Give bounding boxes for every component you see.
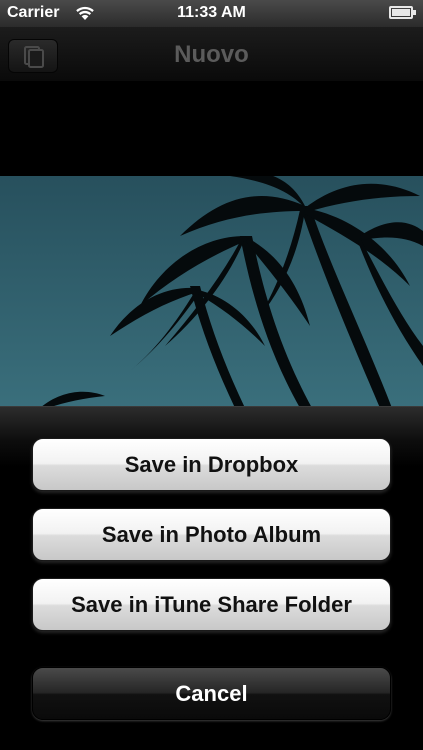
page-title: Nuovo <box>174 41 249 68</box>
palm-trees-photo <box>0 176 423 408</box>
save-in-dropbox-button[interactable]: Save in Dropbox <box>32 438 391 491</box>
battery-icon <box>389 6 416 19</box>
status-bar: Carrier 11:33 AM <box>0 0 423 27</box>
save-in-itune-share-folder-button[interactable]: Save in iTune Share Folder <box>32 578 391 631</box>
clock: 11:33 AM <box>177 4 246 21</box>
action-sheet: Save in Dropbox Save in Photo Album Save… <box>0 406 423 750</box>
navigation-bar: Nuovo <box>0 27 423 82</box>
cancel-button[interactable]: Cancel <box>32 667 391 720</box>
save-in-photo-album-button[interactable]: Save in Photo Album <box>32 508 391 561</box>
